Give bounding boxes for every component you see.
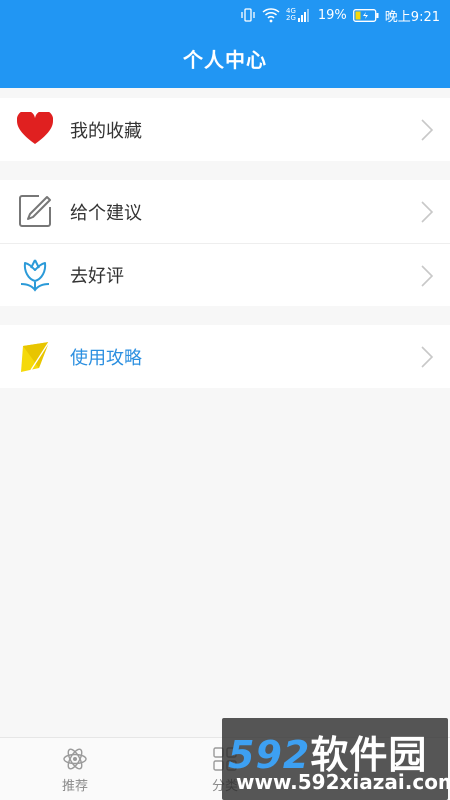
- tab-label: 推荐: [61, 779, 88, 794]
- site-watermark: 592软件园 www.592xiazai.com: [222, 718, 450, 800]
- menu-item-label: 使用攻略: [70, 347, 142, 369]
- wifi-icon: [262, 7, 280, 23]
- feedback-group: 给个建议 去好评: [0, 180, 450, 306]
- signal-icon: 4G 2G: [286, 8, 312, 22]
- watermark-url: www.592xiazai.com: [236, 770, 450, 794]
- menu-item-label: 给个建议: [70, 202, 142, 224]
- menu-item-suggestion[interactable]: 给个建议: [0, 180, 450, 243]
- network-type-bottom: 2G: [286, 14, 296, 22]
- menu-item-rate[interactable]: 去好评: [0, 243, 450, 306]
- tulip-icon: [17, 257, 53, 293]
- menu-item-guide[interactable]: 使用攻略: [0, 325, 450, 388]
- atom-icon: [63, 748, 87, 770]
- battery-percent: 19%: [317, 7, 347, 23]
- chevron-right-icon: [421, 346, 434, 368]
- favorites-group: 我的收藏: [0, 98, 450, 161]
- guide-group: 使用攻略: [0, 325, 450, 388]
- menu-item-favorites[interactable]: 我的收藏: [0, 98, 450, 161]
- menu-item-label: 去好评: [70, 266, 124, 287]
- heart-icon: [17, 111, 53, 147]
- status-bar: 4G 2G 19% 晚上9:21: [240, 4, 440, 26]
- menu-item-label: 我的收藏: [70, 120, 142, 142]
- status-time: 晚上9:21: [384, 9, 440, 25]
- tab-recommend[interactable]: 推荐: [0, 738, 150, 800]
- chevron-right-icon: [421, 119, 434, 141]
- chevron-right-icon: [421, 265, 434, 287]
- kite-icon: [17, 338, 53, 374]
- edit-icon: [17, 193, 53, 229]
- battery-icon: [352, 8, 379, 22]
- chevron-right-icon: [421, 201, 434, 223]
- vibrate-icon: [240, 7, 256, 23]
- page-title: 个人中心: [183, 48, 267, 72]
- app-header: 4G 2G 19% 晚上9:21 个人中心: [0, 0, 450, 88]
